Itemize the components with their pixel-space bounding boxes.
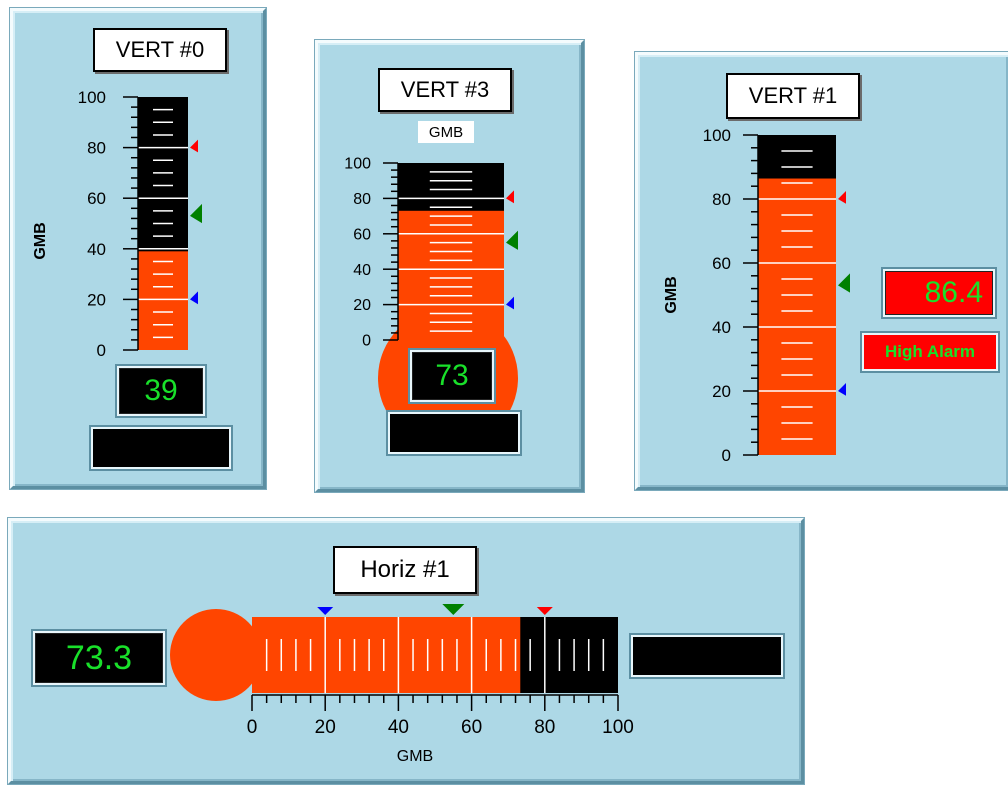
setpoint-marker (838, 273, 850, 293)
low-alarm-marker (190, 291, 198, 305)
tick-label: 80 (534, 717, 555, 738)
axis-label: GMB (663, 276, 680, 313)
low-alarm-marker (506, 296, 514, 310)
tick-label: 100 (703, 126, 731, 145)
tick-label: 80 (712, 190, 731, 209)
gauge-panel-horiz1: Horiz #1 GMB 0 20 40 60 80 100 73.3 (8, 518, 804, 784)
gauge-fill (252, 617, 521, 693)
tick-label: 100 (78, 88, 106, 107)
tick-label: 20 (87, 290, 106, 309)
gauge-fill (138, 251, 188, 350)
tick-label: 100 (602, 717, 634, 738)
value-readout: 86.4 (881, 267, 997, 319)
tick-label: 60 (461, 717, 482, 738)
tick-label: 20 (712, 382, 731, 401)
tick-label: 0 (97, 341, 106, 360)
tick-label: 40 (388, 717, 409, 738)
tick-label: 60 (353, 226, 371, 243)
value-readout: 73 (408, 348, 496, 404)
high-alarm-marker (838, 191, 846, 204)
value-readout: 39 (115, 364, 207, 418)
tick-label: 0 (722, 446, 731, 465)
gauge-fill (398, 210, 504, 340)
high-alarm-marker (536, 607, 553, 615)
tick-label: 40 (87, 240, 106, 259)
gauge-panel-vert3: VERT #3 GMB 0 20 40 60 80 100 73 (315, 40, 584, 492)
tick-label: 100 (344, 156, 371, 173)
gauge-fill (758, 178, 836, 455)
tick-label: 80 (353, 191, 371, 208)
axis-label: GMB (32, 222, 49, 259)
gauge-panel-vert0: VERT #0 GMB 0 20 40 60 80 100 39 (10, 8, 266, 489)
setpoint-marker (506, 230, 518, 250)
bulb (170, 609, 262, 701)
status-box (629, 633, 785, 679)
tick-label: 0 (362, 333, 371, 350)
high-alarm-marker (506, 190, 514, 204)
tick-label: 40 (353, 262, 371, 279)
high-alarm-indicator: High Alarm (860, 331, 1000, 373)
tick-label: 20 (315, 717, 336, 738)
setpoint-marker (190, 203, 202, 224)
gauge-panel-vert1: VERT #1 GMB 0 20 40 60 80 100 86.4 High Alarm (635, 52, 1008, 490)
high-alarm-marker (190, 139, 198, 153)
setpoint-marker (442, 604, 465, 615)
tick-label: 0 (247, 717, 258, 738)
tick-label: 60 (87, 189, 106, 208)
low-alarm-marker (838, 383, 846, 396)
tick-label: 60 (712, 254, 731, 273)
status-box (386, 410, 522, 456)
tick-label: 40 (712, 318, 731, 337)
low-alarm-marker (317, 607, 334, 615)
status-box (89, 425, 233, 471)
axis-label: GMB (397, 748, 433, 765)
tick-label: 20 (353, 297, 371, 314)
tick-label: 80 (87, 139, 106, 158)
value-readout: 73.3 (31, 629, 167, 687)
